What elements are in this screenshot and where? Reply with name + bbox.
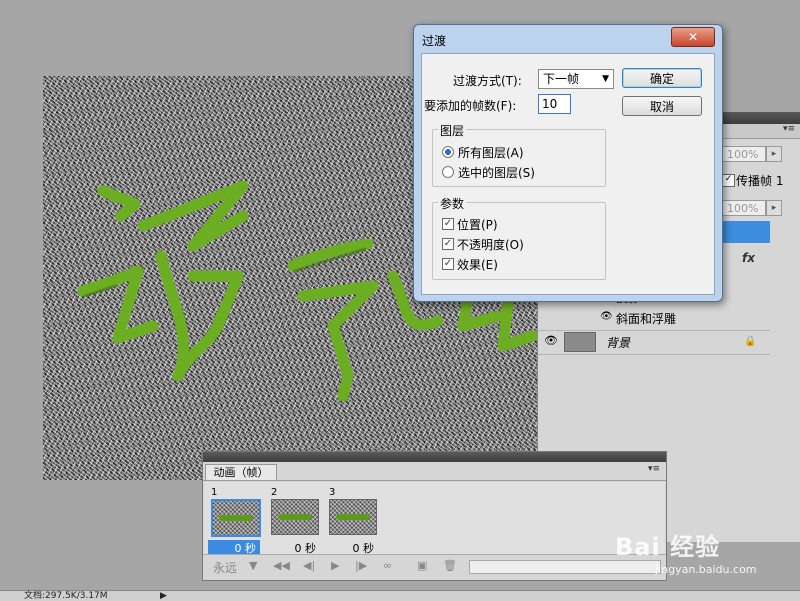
opacity-field[interactable]: 100% — [722, 146, 766, 162]
eye-icon[interactable]: 👁 — [544, 334, 558, 347]
frame-3[interactable]: 3 0 秒 — [326, 485, 378, 557]
tab-divider — [203, 480, 666, 481]
dropdown-arrow-icon: ▼ — [602, 74, 609, 84]
frames-label: 要添加的帧数(F): — [424, 99, 517, 113]
method-select[interactable]: 下一帧 ▼ — [538, 69, 614, 89]
animation-controls: 永远 ▼ ◀◀ ◀| ▶ |▶ ∞ ▣ 🗑 — [203, 554, 666, 579]
eye-icon[interactable]: 👁 — [600, 311, 613, 322]
propagate-checkbox[interactable]: ✓ — [722, 174, 735, 187]
frame-number: 3 — [329, 487, 336, 498]
frame-number: 1 — [211, 487, 218, 498]
tween-icon[interactable]: ∞ — [383, 559, 392, 572]
method-label: 过渡方式(T): — [453, 74, 522, 88]
fill-dropdown-icon[interactable]: ▸ — [766, 200, 782, 216]
animation-panel: 动画（帧） ▾≡ 1 0 秒 2 0 秒 3 0 秒 永远 ▼ ◀◀ ◀| ▶ … — [202, 451, 667, 581]
tween-dialog: 过渡 ✕ 过渡方式(T): 下一帧 ▼ 要添加的帧数(F): 10 确定 取消 … — [413, 24, 723, 302]
layers-group-title: 图层 — [438, 122, 467, 139]
play-icon[interactable]: ▶ — [331, 559, 339, 572]
frame-thumbnail — [271, 499, 319, 535]
next-frame-icon[interactable]: |▶ — [355, 559, 367, 572]
checkbox-effects[interactable]: ✓ — [442, 258, 454, 270]
radio-all-layers-label[interactable]: 所有图层(A) — [458, 144, 524, 161]
layer-thumbnail — [564, 332, 596, 352]
checkbox-opacity[interactable]: ✓ — [442, 238, 454, 250]
loop-select[interactable]: 永远 — [213, 559, 237, 576]
radio-selected-layers-label[interactable]: 选中的图层(S) — [458, 164, 535, 181]
checkbox-position-label[interactable]: 位置(P) — [457, 216, 498, 233]
opacity-dropdown-icon[interactable]: ▸ — [766, 146, 782, 162]
layer-row-background[interactable]: 👁 背景 — [538, 330, 770, 355]
tab-animation-frames[interactable]: 动画（帧） — [205, 464, 277, 481]
close-button[interactable]: ✕ — [671, 27, 715, 47]
panel-titlebar[interactable] — [203, 452, 666, 462]
duplicate-frame-icon[interactable]: ▣ — [417, 559, 427, 572]
fx-icon[interactable]: fx — [742, 251, 755, 265]
effect-label: 斜面和浮雕 — [616, 312, 677, 326]
fill-field[interactable]: 100% — [722, 200, 766, 216]
frame-thumbnail — [211, 499, 261, 537]
checkbox-effects-label[interactable]: 效果(E) — [457, 256, 498, 273]
propagate-label: 传播帧 1 — [736, 174, 784, 188]
frame-number: 2 — [271, 487, 278, 498]
frame-1[interactable]: 1 0 秒 — [208, 485, 261, 557]
panel-menu-icon[interactable]: ▾≡ — [783, 124, 795, 134]
panel-menu-icon[interactable]: ▾≡ — [648, 464, 660, 474]
checkbox-opacity-label[interactable]: 不透明度(O) — [457, 236, 524, 253]
dialog-body: 过渡方式(T): 下一帧 ▼ 要添加的帧数(F): 10 确定 取消 图层 所有… — [421, 53, 715, 295]
effect-row-bevel[interactable]: 👁 斜面和浮雕 — [538, 308, 770, 331]
radio-all-layers[interactable] — [442, 146, 454, 158]
checkbox-position[interactable]: ✓ — [442, 218, 454, 230]
frames-strip: 1 0 秒 2 0 秒 3 0 秒 — [204, 482, 665, 557]
params-group-title: 参数 — [438, 195, 467, 212]
layer-name: 背景 — [606, 336, 631, 350]
cancel-button[interactable]: 取消 — [622, 96, 702, 116]
radio-selected-layers[interactable] — [442, 166, 454, 178]
watermark-url: jingyan.baidu.com — [655, 563, 757, 576]
lock-icon: 🔒 — [744, 336, 757, 347]
frames-scrollbar[interactable] — [469, 560, 661, 574]
frame-2[interactable]: 2 0 秒 — [268, 485, 320, 557]
first-frame-icon[interactable]: ◀◀ — [273, 559, 290, 572]
trash-icon[interactable]: 🗑 — [443, 559, 457, 572]
status-bar: 文档:297.5K/3.17M ▶ — [0, 590, 800, 601]
dialog-title: 过渡 — [422, 34, 447, 48]
frames-input[interactable]: 10 — [538, 94, 571, 114]
frame-thumbnail — [329, 499, 377, 535]
watermark-logo: Bai 经验 — [615, 533, 721, 561]
method-value: 下一帧 — [543, 72, 580, 86]
ok-button[interactable]: 确定 — [622, 68, 702, 88]
prev-frame-icon[interactable]: ◀| — [303, 559, 315, 572]
loop-dropdown-icon[interactable]: ▼ — [249, 559, 257, 572]
